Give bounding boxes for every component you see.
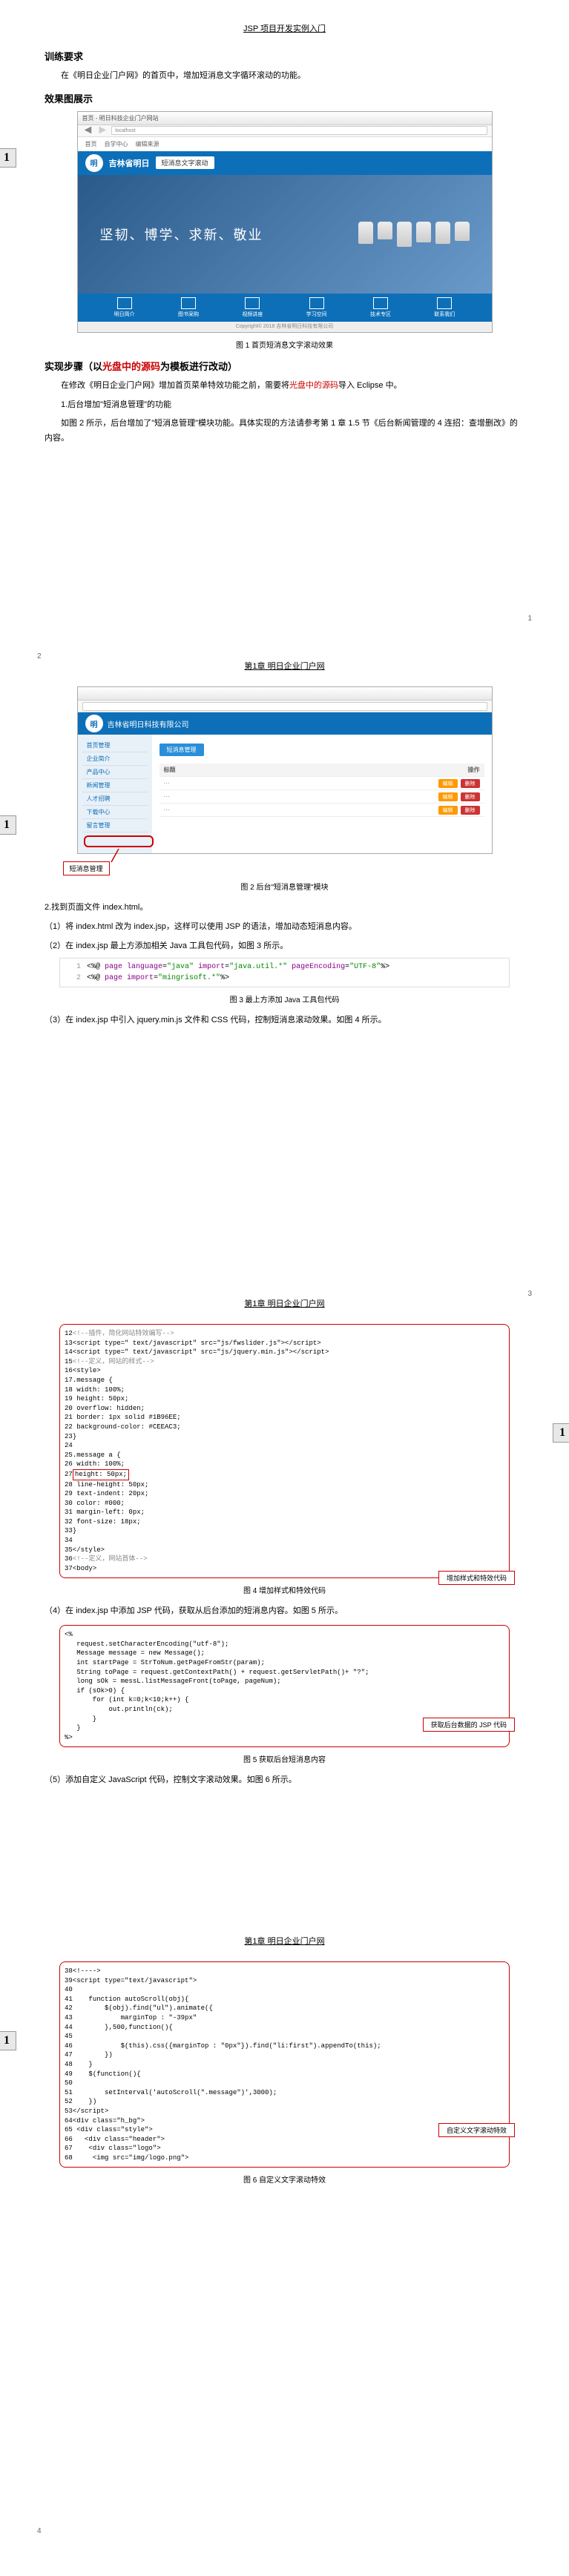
code-figure-4: 12<!--插件，简化网站特效编写-->13<script type=" tex… xyxy=(59,1324,510,1578)
nav-icon-4: 学习空间 xyxy=(298,297,335,319)
doc-header: JSP 项目开发实例入门 xyxy=(45,22,524,34)
nav-icon-5: 技术专区 xyxy=(362,297,399,319)
page-4: 第1章 明日企业门户网 1 38<!---->39<script type="t… xyxy=(0,1913,569,2550)
step1-body: 如图 2 所示，后台增加了"短消息管理"模块功能。具体实现的方法请参考第 1 章… xyxy=(45,417,524,446)
chapter-header: 第1章 明日企业门户网 xyxy=(45,1297,524,1309)
figure-6-caption: 图 6 自定义文字滚动特效 xyxy=(45,2173,524,2185)
site-banner: 明 吉林省明日 短消息文字滚动 坚韧、博学、求新、敬业 明日简介 图书采购 视频… xyxy=(78,151,492,322)
requirements-text: 在《明日企业门户网》的首页中，增加短消息文字循环滚动的功能。 xyxy=(45,69,524,84)
chapter-header: 第1章 明日企业门户网 xyxy=(45,1935,524,1947)
browser-addressbar: ◄ ► localhost xyxy=(78,125,492,137)
admin-logo-icon: 明 xyxy=(85,715,103,732)
table-row: ···编辑删除 xyxy=(159,804,484,817)
nav-study: 自学中心 xyxy=(105,140,128,148)
admin-menu-5: 下载中心 xyxy=(82,806,148,819)
icon-nav-bar: 明日简介 图书采购 视频讲座 学习空间 技术专区 联系我们 xyxy=(78,294,492,322)
step2-1: （1）将 index.html 改为 index.jsp，这样可以使用 JSP … xyxy=(45,920,524,935)
side-mark-4: 1 xyxy=(0,2031,16,2050)
admin-browser-addr xyxy=(78,701,492,712)
code-figure-5: <% request.setCharacterEncoding("utf-8")… xyxy=(59,1625,510,1747)
admin-title: 吉林省明日科技有限公司 xyxy=(108,718,189,729)
table-row: ···编辑删除 xyxy=(159,790,484,804)
section-effect-title: 效果图展示 xyxy=(45,91,524,105)
step2-title: 2.找到页面文件 index.html。 xyxy=(45,901,524,915)
figure-5-caption: 图 5 获取后台短消息内容 xyxy=(45,1753,524,1764)
step-intro: 在修改《明日企业门户网》增加首页菜单特效功能之前，需要将光盘中的源码导入 Ecl… xyxy=(45,379,524,394)
page-number: 2 xyxy=(37,652,42,660)
logo-text: 吉林省明日 xyxy=(109,157,150,169)
site-header: 明 吉林省明日 短消息文字滚动 xyxy=(78,151,492,175)
admin-menu-3: 新闻管理 xyxy=(82,779,148,792)
step2-3: （3）在 index.jsp 中引入 jquery.min.js 文件和 CSS… xyxy=(45,1013,524,1028)
step1-title: 1.后台增加"短消息管理"的功能 xyxy=(45,398,524,413)
code-6-label: 自定义文字滚动特效 xyxy=(438,2123,515,2137)
page-number: 3 xyxy=(527,1290,532,1298)
nav-icon-3: 视频讲座 xyxy=(234,297,271,319)
table-row: ···编辑删除 xyxy=(159,777,484,790)
step4: （4）在 index.jsp 中添加 JSP 代码，获取从后台添加的短消息内容。… xyxy=(45,1604,524,1619)
side-mark-3: 1 xyxy=(553,1423,569,1443)
admin-menu-4: 人才招聘 xyxy=(82,792,148,806)
page-number: 4 xyxy=(37,2527,42,2535)
admin-menu-0: 首页管理 xyxy=(82,739,148,752)
nav-icon-6: 联系我们 xyxy=(426,297,463,319)
hero-image: 坚韧、博学、求新、敬业 xyxy=(78,175,492,294)
page-2: 第1章 明日企业门户网 1 明 吉林省明日科技有限公司 首页管理 企业简介 产品… xyxy=(0,638,569,1275)
admin-tab-active: 短消息管理 xyxy=(159,744,204,756)
figure-2-caption: 图 2 后台"短消息管理"模块 xyxy=(45,881,524,892)
step2-2: （2）在 index.jsp 最上方添加相关 Java 工具包代码，如图 3 所… xyxy=(45,939,524,954)
figure-1-screenshot: 首页 - 明日科技企业门户网站 ◄ ► localhost 首页 自学中心 编辑… xyxy=(77,111,493,333)
back-icon: ◄ xyxy=(82,124,94,137)
admin-content: 短消息管理 标题 操作 ···编辑删除 ···编辑删除 ···编辑删除 xyxy=(152,735,492,853)
logo-icon: 明 xyxy=(85,154,103,172)
figure-2-screenshot: 明 吉林省明日科技有限公司 首页管理 企业简介 产品中心 新闻管理 人才招聘 下… xyxy=(77,686,493,854)
code-4-label: 增加样式和特效代码 xyxy=(438,1571,515,1585)
admin-menu-1: 企业简介 xyxy=(82,752,148,766)
nav-icon-2: 图书采购 xyxy=(170,297,207,319)
browser-titlebar: 首页 - 明日科技企业门户网站 xyxy=(78,112,492,125)
page-1: JSP 项目开发实例入门 1 训练要求 在《明日企业门户网》的首页中，增加短消息… xyxy=(0,0,569,638)
section-steps-title: 实现步骤（以光盘中的源码为模板进行改动） xyxy=(45,359,524,373)
scroll-message-box: 短消息文字滚动 xyxy=(156,156,214,169)
side-mark-1: 1 xyxy=(0,148,16,168)
section-requirements-title: 训练要求 xyxy=(45,49,524,63)
callout-box xyxy=(84,835,154,847)
figure-3-caption: 图 3 最上方添加 Java 工具包代码 xyxy=(45,993,524,1004)
page-number: 1 xyxy=(527,615,532,623)
admin-header: 明 吉林省明日科技有限公司 xyxy=(78,712,492,735)
browser-tab-title: 首页 - 明日科技企业门户网站 xyxy=(82,114,159,122)
code-figure-6: 38<!---->39<script type="text/javascript… xyxy=(59,1961,510,2168)
hero-slogan: 坚韧、博学、求新、敬业 xyxy=(100,225,263,244)
figure-4-caption: 图 4 增加样式和特效代码 xyxy=(45,1584,524,1595)
url-field: localhost xyxy=(111,126,487,135)
code-figure-3: 1<%@ page language="java" import="java.u… xyxy=(59,958,510,987)
table-header: 标题 操作 xyxy=(159,764,484,777)
site-footer: Copyright© 2018 吉林省明日科技有限公司 xyxy=(78,322,492,332)
admin-browser-top xyxy=(78,687,492,701)
nav-edit: 编辑来源 xyxy=(136,140,159,148)
side-mark-2: 1 xyxy=(0,815,16,835)
code-5-label: 获取后台数据的 JSP 代码 xyxy=(423,1718,515,1732)
figure-1-caption: 图 1 首页短消息文字滚动效果 xyxy=(45,339,524,350)
nav-icon-1: 明日简介 xyxy=(106,297,143,319)
admin-menu-6: 留言管理 xyxy=(82,819,148,832)
chess-decoration xyxy=(358,222,470,247)
admin-menu-2: 产品中心 xyxy=(82,766,148,779)
page-3: 第1章 明日企业门户网 1 12<!--插件，简化网站特效编写-->13<scr… xyxy=(0,1275,569,1913)
forward-icon: ► xyxy=(96,124,108,137)
callout-label: 短消息管理 xyxy=(63,861,110,875)
callout-arrow-icon xyxy=(108,849,130,864)
page-nav: 首页 自学中心 编辑来源 xyxy=(78,137,492,151)
chapter-header: 第1章 明日企业门户网 xyxy=(45,660,524,672)
step5: （5）添加自定义 JavaScript 代码，控制文字滚动效果。如图 6 所示。 xyxy=(45,1773,524,1788)
nav-home: 首页 xyxy=(85,140,97,148)
